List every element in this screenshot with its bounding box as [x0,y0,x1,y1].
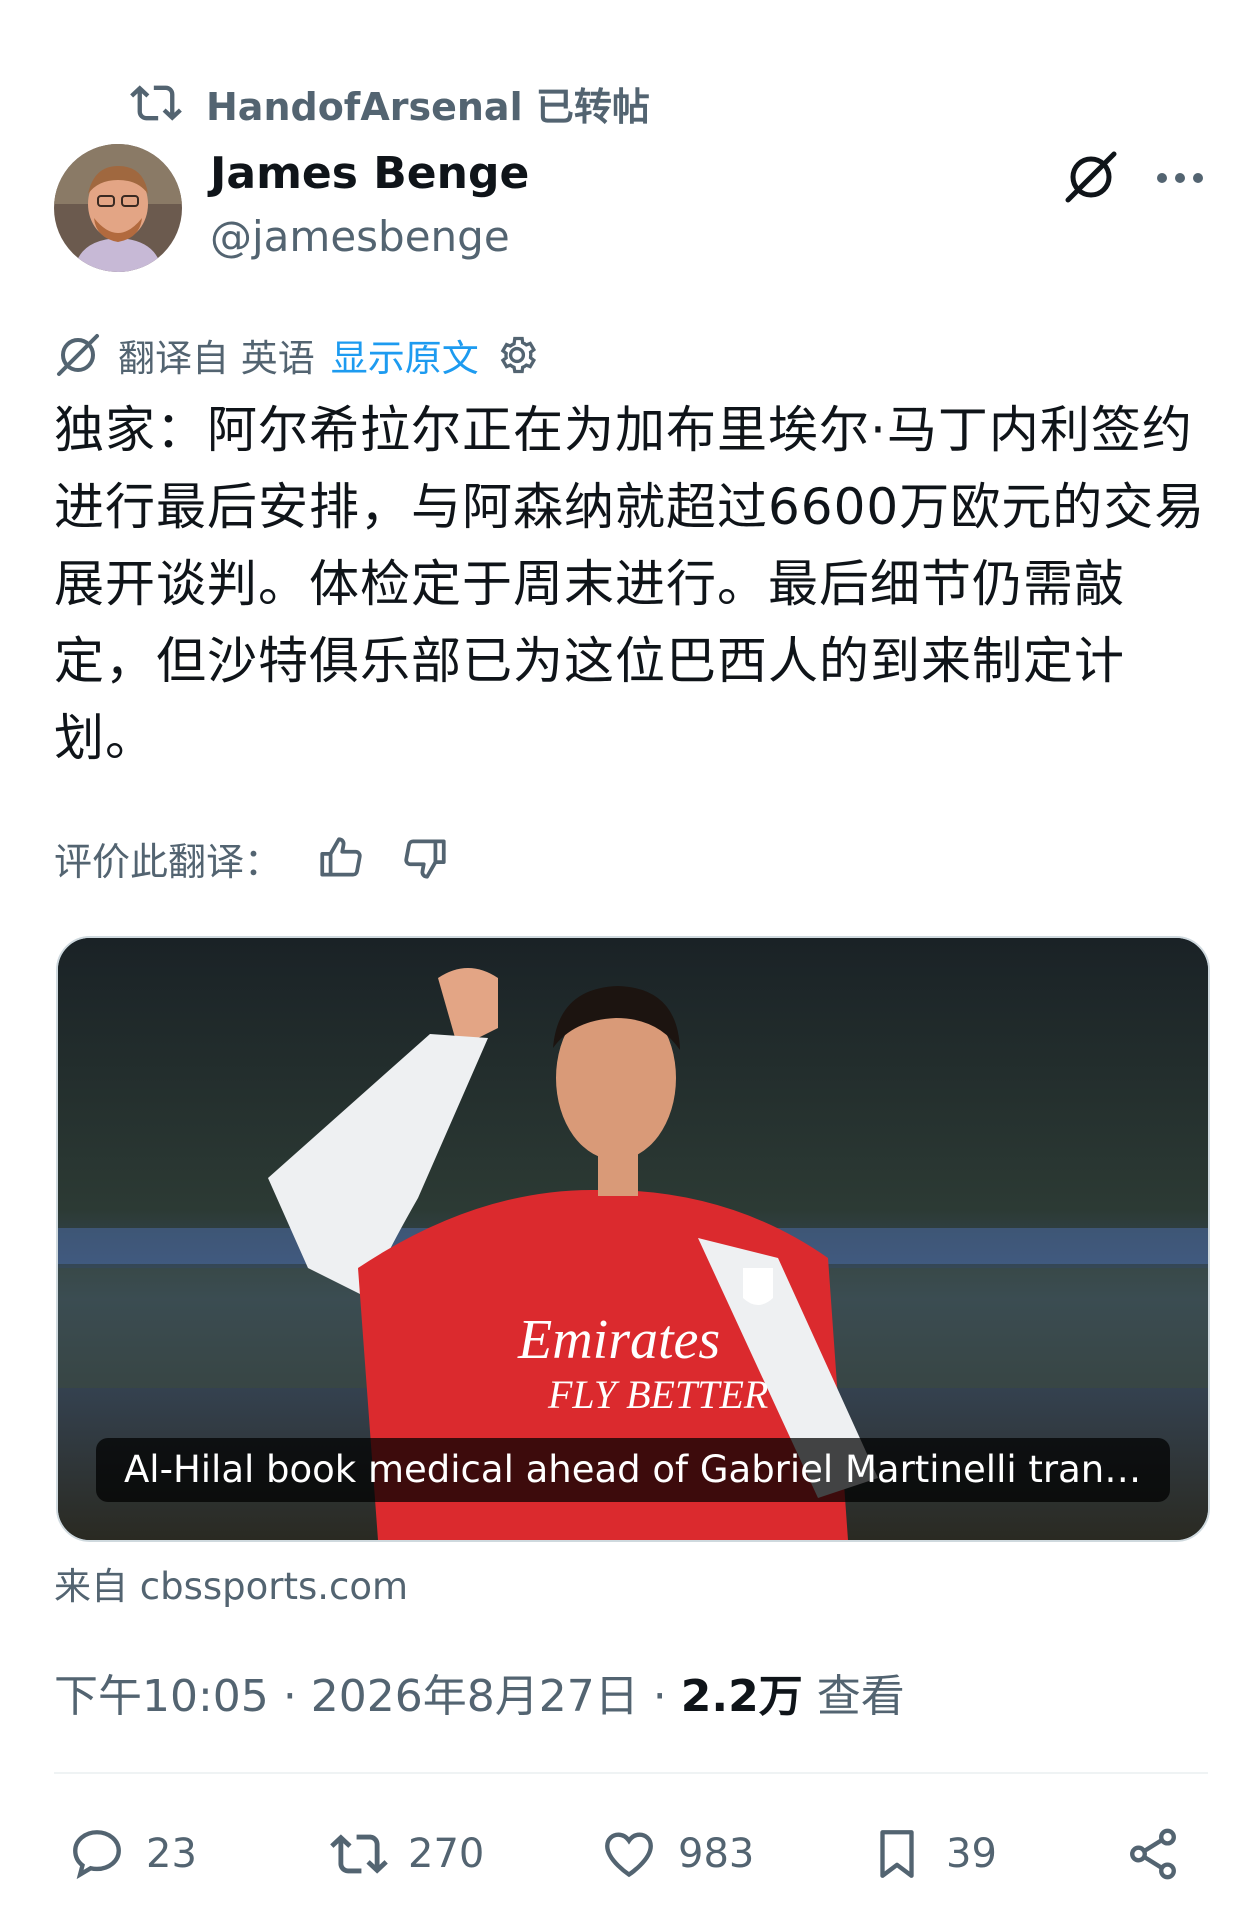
bookmark-icon [880,1830,914,1878]
rate-translation-row: 评价此翻译： [54,830,450,886]
thumbs-up-icon[interactable] [316,833,366,883]
share-button[interactable] [1124,1822,1182,1886]
thumbs-down-icon[interactable] [400,833,450,883]
shirt-sponsor: Emirates [517,1309,720,1371]
repost-count: 270 [408,1831,485,1877]
shirt-slogan: FLY BETTER [547,1372,768,1417]
translation-label: 翻译自 英语 [118,337,315,380]
retweet-icon [330,1834,388,1874]
link-card[interactable]: Emirates FLY BETTER Al-Hilal book medica… [56,936,1210,1542]
grok-icon[interactable] [1062,148,1120,206]
tweet-time[interactable]: 下午10:05 [54,1671,269,1722]
reply-count: 23 [146,1831,197,1877]
reply-icon [73,1830,121,1880]
card-source[interactable]: 来自 cbssports.com [54,1556,408,1610]
avatar-photo [54,144,182,272]
repost-label: HandofArsenal 已转帖 [206,84,650,129]
meta-separator: · [652,1671,681,1722]
heart-icon [605,1832,653,1878]
translate-grok-icon [57,334,99,376]
author-handle[interactable]: @jamesbenge [210,212,510,261]
repost-indicator[interactable]: HandofArsenal 已转帖 [130,78,650,129]
author-name[interactable]: James Benge [210,148,529,199]
action-bar: 23 270 983 39 [54,1822,1208,1886]
tweet-text: 独家：阿尔希拉尔正在为加布里埃尔·马丁内利签约进行最后安排，与阿森纳就超过660… [54,401,1206,767]
views-label: 查看 [816,1671,905,1722]
meta-separator: · [282,1671,311,1722]
tweet-meta: 下午10:05 · 2026年8月27日 · 2.2万 查看 [54,1660,905,1724]
retweet-icon [130,85,182,121]
show-original-link[interactable]: 显示原文 [331,328,479,382]
like-count: 983 [678,1831,755,1877]
card-caption: Al-Hilal book medical ahead of Gabriel M… [96,1438,1170,1502]
bookmark-count: 39 [946,1831,997,1877]
reply-button[interactable]: 23 [68,1822,197,1886]
avatar[interactable] [54,144,182,272]
more-icon[interactable] [1152,158,1208,198]
share-icon [1130,1828,1176,1880]
rate-translation-label: 评价此翻译： [54,839,283,884]
tweet-date[interactable]: 2026年8月27日 [311,1671,639,1722]
repost-button[interactable]: 270 [330,1822,484,1886]
divider [54,1772,1208,1774]
like-button[interactable]: 983 [600,1822,754,1886]
translation-row: 翻译自 英语 显示原文 [54,330,539,380]
arsenal-crest-icon [743,1268,773,1305]
bookmark-button[interactable]: 39 [868,1822,997,1886]
gear-icon[interactable] [495,333,539,377]
views-count: 2.2万 [680,1671,803,1722]
